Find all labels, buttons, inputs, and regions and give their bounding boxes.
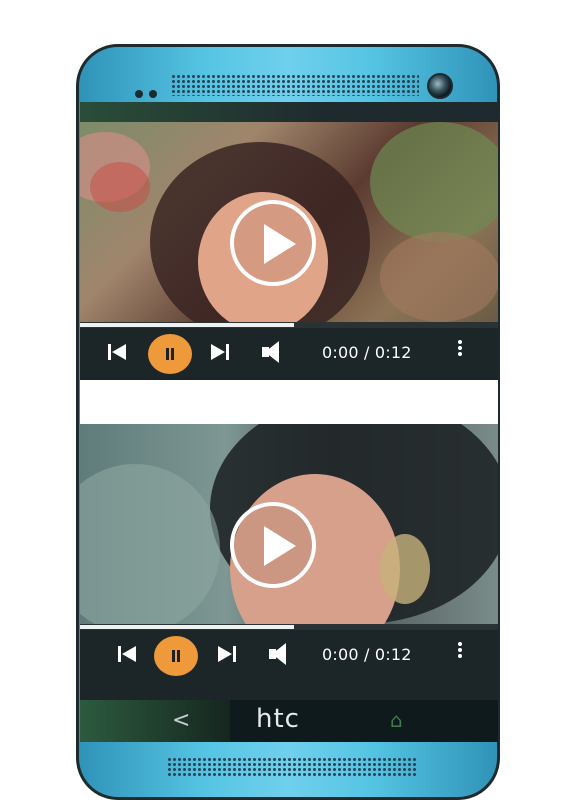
brand-logo: htc	[256, 704, 300, 734]
player-controls-2: 0:00 / 0:12	[80, 630, 498, 676]
status-bar	[80, 102, 498, 122]
time-display: 0:00 / 0:12	[322, 343, 412, 362]
previous-icon[interactable]	[108, 342, 130, 362]
progress-fill-1	[80, 323, 294, 327]
more-vert-icon[interactable]	[458, 340, 464, 360]
pause-button[interactable]	[148, 334, 192, 374]
phone-top-bar	[79, 47, 497, 107]
top-speaker-grille	[171, 74, 419, 96]
time-display: 0:00 / 0:12	[322, 645, 412, 664]
progress-fill-2	[80, 625, 294, 629]
video-player-2[interactable]: 0:00 / 0:12	[80, 424, 498, 676]
home-icon[interactable]: ⌂	[390, 708, 403, 732]
play-icon[interactable]	[230, 502, 316, 588]
more-vert-icon[interactable]	[458, 642, 464, 662]
sensor-dots	[135, 83, 165, 98]
back-icon[interactable]: <	[172, 708, 190, 733]
phone-screen: 0:00 / 0:12 0:00 / 0:12 < htc ⌂	[80, 102, 498, 742]
player-controls-1: 0:00 / 0:12	[80, 328, 498, 374]
next-icon[interactable]	[218, 644, 240, 664]
video-frame-1[interactable]	[80, 122, 498, 322]
spacer	[80, 380, 498, 424]
front-camera-icon	[427, 73, 453, 99]
previous-icon[interactable]	[118, 644, 140, 664]
volume-icon[interactable]	[260, 340, 288, 364]
navigation-bar: < htc ⌂	[80, 700, 498, 742]
next-icon[interactable]	[211, 342, 233, 362]
pause-button[interactable]	[154, 636, 198, 676]
bottom-speaker-grille	[167, 757, 417, 777]
video-player-1[interactable]: 0:00 / 0:12	[80, 122, 498, 374]
volume-icon[interactable]	[267, 642, 295, 666]
play-icon[interactable]	[230, 200, 316, 286]
video-frame-2[interactable]	[80, 424, 498, 624]
